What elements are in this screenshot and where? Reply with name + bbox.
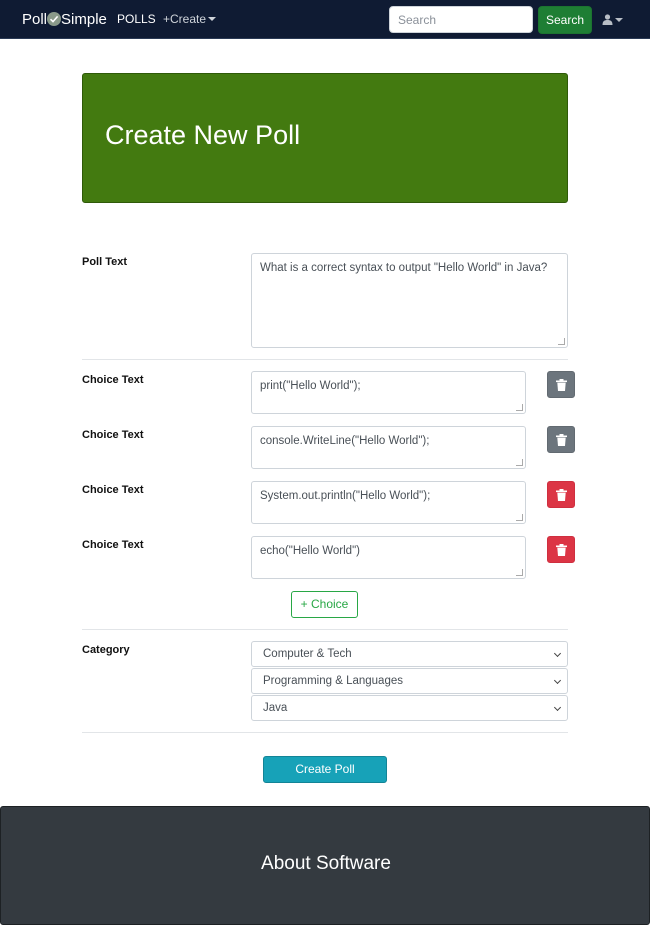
user-menu-dropdown[interactable] [602,13,623,27]
chevron-down-icon [553,676,562,685]
resize-handle-icon[interactable] [516,514,523,521]
caret-down-icon [208,17,217,21]
delete-choice-button-4[interactable] [547,536,575,563]
poll-text-value: What is a correct syntax to output "Hell… [260,262,548,274]
choice-input-2[interactable]: console.WriteLine("Hello World"); [251,426,526,469]
footer: About Software [0,806,650,925]
divider [82,732,568,733]
page-header-banner: Create New Poll [82,73,568,203]
divider [82,629,568,630]
footer-title: About Software [261,853,391,874]
page-title: Create New Poll [105,120,301,150]
choice-text-label: Choice Text [82,374,144,386]
delete-choice-button-1[interactable] [547,371,575,398]
nav-create-dropdown[interactable]: +Create [163,12,217,26]
nav-polls-link[interactable]: POLLS [117,12,156,26]
brand-left: Poll [22,11,48,28]
category-select-3[interactable]: Java [251,695,568,721]
navbar: Poll Simple POLLS +Create Search [0,0,650,39]
poll-text-label: Poll Text [82,256,128,268]
category-select-1[interactable]: Computer & Tech [251,641,568,667]
add-choice-button[interactable]: + Choice [291,591,358,618]
chevron-down-icon [553,703,562,712]
poll-text-textarea[interactable]: What is a correct syntax to output "Hell… [251,253,568,348]
category-select-2[interactable]: Programming & Languages [251,668,568,694]
choice-text-label: Choice Text [82,484,144,496]
delete-choice-button-2[interactable] [547,426,575,453]
category-select-3-value: Java [263,702,288,714]
choice-input-4[interactable]: echo("Hello World") [251,536,526,579]
nav-create-label: +Create [163,12,207,26]
category-select-2-value: Programming & Languages [263,675,403,687]
trash-icon [556,379,567,391]
choice-text-label: Choice Text [82,429,144,441]
search-input[interactable] [389,6,533,33]
category-label: Category [82,644,130,656]
brand-right: Simple [61,11,107,28]
category-select-1-value: Computer & Tech [263,648,352,660]
resize-handle-icon[interactable] [516,459,523,466]
search-button[interactable]: Search [538,6,592,34]
resize-handle-icon[interactable] [558,338,565,345]
caret-down-icon [615,18,623,22]
user-icon [602,14,613,25]
choice-value-3: System.out.println("Hello World"); [260,490,431,502]
brand-logo[interactable]: Poll Simple [22,11,107,28]
choice-text-label: Choice Text [82,539,144,551]
create-poll-button[interactable]: Create Poll [263,756,387,783]
trash-icon [556,544,567,556]
resize-handle-icon[interactable] [516,569,523,576]
choice-value-2: console.WriteLine("Hello World"); [260,435,430,447]
trash-icon [556,434,567,446]
check-circle-icon [47,12,62,26]
divider [82,359,568,360]
choice-value-1: print("Hello World"); [260,380,361,392]
resize-handle-icon[interactable] [516,404,523,411]
trash-icon [556,489,567,501]
chevron-down-icon [553,649,562,658]
choice-value-4: echo("Hello World") [260,545,360,557]
choice-input-1[interactable]: print("Hello World"); [251,371,526,414]
delete-choice-button-3[interactable] [547,481,575,508]
choice-input-3[interactable]: System.out.println("Hello World"); [251,481,526,524]
